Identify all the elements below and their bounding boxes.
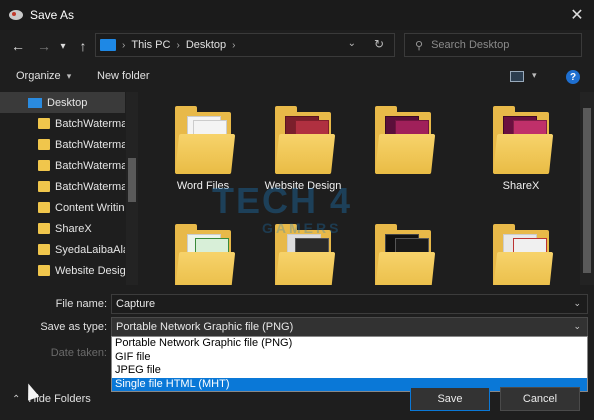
desktop-icon xyxy=(28,97,42,108)
hide-folders-button[interactable]: ⌃ Hide Folders xyxy=(12,393,91,405)
folder-icon xyxy=(175,224,236,285)
chevron-up-icon: ⌃ xyxy=(12,393,21,405)
watermark-subtext: GAMERS xyxy=(262,220,342,236)
folder-icon xyxy=(493,106,554,174)
sidebar-item-label: Website Desigr xyxy=(55,264,125,277)
folder-item[interactable] xyxy=(358,106,448,180)
file-list: Word Files Website Design ShareX xyxy=(140,92,580,285)
folder-icon xyxy=(493,224,554,285)
chevron-down-icon[interactable]: ⌄ xyxy=(573,298,581,309)
content-scrollbar[interactable] xyxy=(580,92,594,285)
chevron-down-icon[interactable]: ▾ xyxy=(532,70,537,81)
sidebar-item-folder[interactable]: Website Desigr xyxy=(0,260,125,281)
date-taken-label: Date taken: xyxy=(50,347,107,359)
app-icon xyxy=(9,10,23,20)
refresh-icon[interactable]: ↻ xyxy=(374,37,384,51)
address-dropdown-icon[interactable]: ⌄ xyxy=(348,38,356,49)
sidebar-item-label: BatchWaterma xyxy=(55,117,125,130)
folder-item[interactable] xyxy=(476,224,566,285)
save-button[interactable]: Save xyxy=(410,387,490,411)
watermark-logo: TECH 4 xyxy=(212,180,353,221)
sidebar-scrollbar[interactable] xyxy=(126,92,138,285)
breadcrumb-this-pc[interactable]: This PC xyxy=(131,39,170,51)
folder-icon xyxy=(175,106,236,174)
dropdown-option-png[interactable]: Portable Network Graphic file (PNG) xyxy=(112,337,587,351)
search-box[interactable]: ⚲ xyxy=(404,33,582,57)
sidebar-item-folder[interactable]: SyedaLaibaAla xyxy=(0,239,125,260)
folder-label: ShareX xyxy=(502,180,540,192)
sidebar-item-folder[interactable]: Content Writin xyxy=(0,197,125,218)
folder-icon xyxy=(375,106,436,174)
folder-icon xyxy=(38,181,50,192)
folder-item[interactable] xyxy=(158,224,248,285)
folder-icon xyxy=(38,223,50,234)
save-as-type-select[interactable]: Portable Network Graphic file (PNG) ⌄ xyxy=(111,317,588,337)
file-type-dropdown-list: Portable Network Graphic file (PNG) GIF … xyxy=(111,336,588,392)
sidebar-item-folder[interactable]: BatchWaterma xyxy=(0,155,125,176)
folder-icon xyxy=(38,160,50,171)
forward-button[interactable]: → xyxy=(33,35,55,57)
file-name-field[interactable]: Capture ⌄ xyxy=(111,294,588,314)
dropdown-option-gif[interactable]: GIF file xyxy=(112,351,587,365)
organize-label: Organize xyxy=(16,70,61,82)
folder-icon xyxy=(38,118,50,129)
search-icon: ⚲ xyxy=(415,39,424,52)
organize-button[interactable]: Organize ▾ xyxy=(16,70,71,82)
save-as-type-value: Portable Network Graphic file (PNG) xyxy=(116,321,294,333)
folder-icon xyxy=(38,139,50,150)
folder-icon xyxy=(38,202,50,213)
sidebar-item-label: BatchWaterma xyxy=(55,159,125,172)
address-bar[interactable]: › This PC › Desktop › ⌄ ↻ xyxy=(95,33,395,57)
new-folder-button[interactable]: New folder xyxy=(97,70,150,82)
save-as-type-label: Save as type: xyxy=(40,321,107,333)
folder-icon xyxy=(275,106,336,174)
file-name-value: Capture xyxy=(116,298,156,310)
folder-icon xyxy=(375,224,436,285)
folder-icon xyxy=(38,244,50,255)
scrollbar-thumb[interactable] xyxy=(128,158,136,202)
sidebar-item-folder[interactable]: BatchWaterma xyxy=(0,176,125,197)
sidebar-item-folder[interactable]: ShareX xyxy=(0,218,125,239)
dropdown-option-jpeg[interactable]: JPEG file xyxy=(112,364,587,378)
pc-icon xyxy=(100,39,116,51)
breadcrumb-separator: › xyxy=(232,39,236,51)
up-button[interactable]: ↑ xyxy=(72,35,94,57)
chevron-down-icon[interactable]: ⌄ xyxy=(573,321,581,332)
file-name-label: File name: xyxy=(55,298,107,310)
sidebar-item-desktop[interactable]: Desktop xyxy=(0,92,125,113)
sidebar-item-label: Content Writin xyxy=(55,201,125,214)
back-button[interactable]: ← xyxy=(7,35,29,57)
folder-item[interactable] xyxy=(358,224,448,285)
breadcrumb-desktop[interactable]: Desktop xyxy=(186,39,226,51)
help-icon[interactable]: ? xyxy=(566,70,580,84)
folder-item[interactable]: ShareX xyxy=(476,106,566,192)
sidebar-item-label: Desktop xyxy=(47,96,88,109)
sidebar-item-label: BatchWaterma xyxy=(55,180,125,193)
view-options-icon[interactable] xyxy=(510,71,524,82)
sidebar-item-folder[interactable]: BatchWaterma xyxy=(0,134,125,155)
sidebar-item-folder[interactable]: BatchWaterma xyxy=(0,113,125,134)
navigation-pane: Desktop BatchWaterma BatchWaterma BatchW… xyxy=(0,92,140,285)
chevron-down-icon: ▾ xyxy=(66,71,72,81)
title-bar: Save As ✕ xyxy=(0,0,594,30)
navigation-bar: ← → ▾ ↑ › This PC › Desktop › ⌄ ↻ ⚲ xyxy=(0,30,594,62)
recent-locations-dropdown[interactable]: ▾ xyxy=(56,35,70,57)
breadcrumb-separator: › xyxy=(122,39,126,51)
breadcrumb-separator: › xyxy=(176,39,180,51)
sidebar-item-label: SyedaLaibaAla xyxy=(55,243,125,256)
cancel-button[interactable]: Cancel xyxy=(500,387,580,411)
folder-icon xyxy=(38,265,50,276)
command-bar: Organize ▾ New folder ▾ ? xyxy=(0,64,594,90)
close-button[interactable]: ✕ xyxy=(566,4,588,26)
scrollbar-thumb[interactable] xyxy=(583,108,591,273)
sidebar-item-label: BatchWaterma xyxy=(55,138,125,151)
search-input[interactable] xyxy=(431,39,572,51)
sidebar-item-label: ShareX xyxy=(55,222,92,235)
window-title: Save As xyxy=(30,8,75,22)
